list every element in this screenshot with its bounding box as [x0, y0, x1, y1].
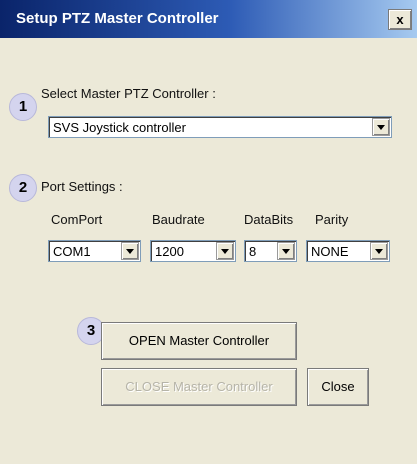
- step-badge-1: 1: [9, 93, 37, 121]
- databits-dropdown-button[interactable]: [277, 242, 295, 260]
- baudrate-select[interactable]: 1200: [150, 240, 236, 262]
- parity-select[interactable]: NONE: [306, 240, 390, 262]
- chevron-down-icon: [126, 249, 134, 254]
- close-master-controller-button[interactable]: CLOSE Master Controller: [101, 368, 297, 406]
- close-icon: x: [396, 12, 404, 27]
- chevron-down-icon: [282, 249, 290, 254]
- close-window-button[interactable]: x: [388, 9, 412, 30]
- databits-value: 8: [249, 244, 257, 259]
- master-controller-label: Select Master PTZ Controller :: [41, 86, 216, 101]
- close-button[interactable]: Close: [307, 368, 369, 406]
- window-title: Setup PTZ Master Controller: [16, 10, 219, 27]
- open-master-controller-button[interactable]: OPEN Master Controller: [101, 322, 297, 360]
- parity-label: Parity: [315, 212, 349, 227]
- master-controller-value: SVS Joystick controller: [53, 120, 186, 135]
- parity-value: NONE: [311, 244, 349, 259]
- baudrate-dropdown-button[interactable]: [216, 242, 234, 260]
- chevron-down-icon: [375, 249, 383, 254]
- step-badge-2: 2: [9, 174, 37, 202]
- parity-dropdown-button[interactable]: [370, 242, 388, 260]
- title-bar[interactable]: Setup PTZ Master Controller x: [0, 0, 417, 38]
- comport-value: COM1: [53, 244, 91, 259]
- comport-dropdown-button[interactable]: [121, 242, 139, 260]
- databits-select[interactable]: 8: [244, 240, 297, 262]
- databits-label: DataBits: [244, 212, 294, 227]
- chevron-down-icon: [221, 249, 229, 254]
- master-controller-dropdown-button[interactable]: [372, 118, 390, 136]
- port-settings-label: Port Settings :: [41, 179, 123, 194]
- baudrate-label: Baudrate: [152, 212, 205, 227]
- chevron-down-icon: [377, 125, 385, 130]
- comport-select[interactable]: COM1: [48, 240, 141, 262]
- master-controller-select[interactable]: SVS Joystick controller: [48, 116, 392, 138]
- dialog-window: Setup PTZ Master Controller x 1 Select M…: [0, 0, 417, 464]
- baudrate-value: 1200: [155, 244, 184, 259]
- comport-label: ComPort: [51, 212, 103, 227]
